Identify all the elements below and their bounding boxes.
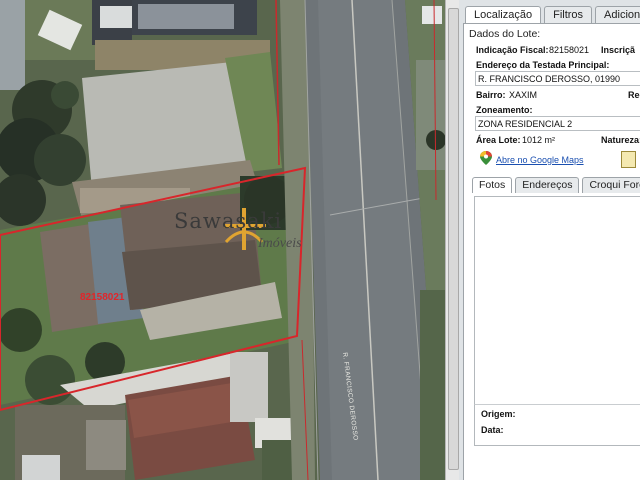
watermark-brand: Sawasaki bbox=[174, 209, 283, 233]
tab-adiciona[interactable]: Adiciona bbox=[595, 6, 640, 24]
endereco-value: R. FRANCISCO DEROSSO, 01990 bbox=[478, 74, 621, 84]
zoneamento-label: Zoneamento: bbox=[476, 105, 533, 115]
watermark: Sawasaki Imóveis bbox=[172, 202, 342, 262]
endereco-label: Endereço da Testada Principal: bbox=[476, 60, 610, 70]
tab-enderecos[interactable]: Endereços bbox=[515, 177, 580, 193]
watermark-subtitle: Imóveis bbox=[258, 236, 302, 251]
aerial-map[interactable]: Sawasaki Imóveis 82158021 R. FRANCISCO D… bbox=[0, 0, 445, 480]
info-panel: Localização Filtros Adiciona Dados do Lo… bbox=[459, 0, 640, 480]
natureza-label: Natureza: bbox=[601, 135, 640, 145]
map-scrollbar-thumb[interactable] bbox=[448, 8, 459, 470]
inscricao-label: Inscriçã bbox=[601, 45, 636, 55]
panel-tabs: Localização Filtros Adiciona bbox=[465, 6, 640, 24]
photo-viewer[interactable] bbox=[474, 196, 640, 406]
bairro-value: XAXIM bbox=[509, 90, 538, 100]
tab-croqui[interactable]: Croqui Fore bbox=[582, 177, 640, 193]
area-lote-value: 1012 m² bbox=[522, 135, 556, 145]
indicacao-fiscal-value: 82158021 bbox=[549, 45, 590, 55]
indicacao-fiscal-label: Indicação Fiscal: bbox=[476, 45, 549, 55]
google-maps-link[interactable]: Abre no Google Maps bbox=[496, 155, 584, 165]
tab-localizacao[interactable]: Localização bbox=[465, 6, 542, 24]
photo-tabs: Fotos Endereços Croqui Fore bbox=[472, 177, 640, 193]
zoneamento-value: ZONA RESIDENCIAL 2 bbox=[478, 119, 573, 129]
section-title: Dados do Lote: bbox=[469, 28, 541, 40]
google-maps-icon[interactable] bbox=[479, 151, 493, 165]
regional-label: Reg bbox=[628, 90, 640, 100]
data-label: Data: bbox=[481, 425, 504, 435]
document-icon[interactable] bbox=[621, 151, 636, 168]
lot-details-sheet: Dados do Lote: Indicação Fiscal: 8215802… bbox=[463, 23, 640, 480]
tab-fotos[interactable]: Fotos bbox=[472, 177, 513, 193]
lot-number-label: 82158021 bbox=[80, 292, 125, 303]
bairro-label: Bairro: bbox=[476, 90, 506, 100]
photo-metadata: Origem: Data: bbox=[474, 404, 640, 446]
area-lote-label: Área Lote: bbox=[476, 135, 521, 145]
origem-label: Origem: bbox=[481, 409, 516, 419]
tab-filtros[interactable]: Filtros bbox=[544, 6, 593, 24]
